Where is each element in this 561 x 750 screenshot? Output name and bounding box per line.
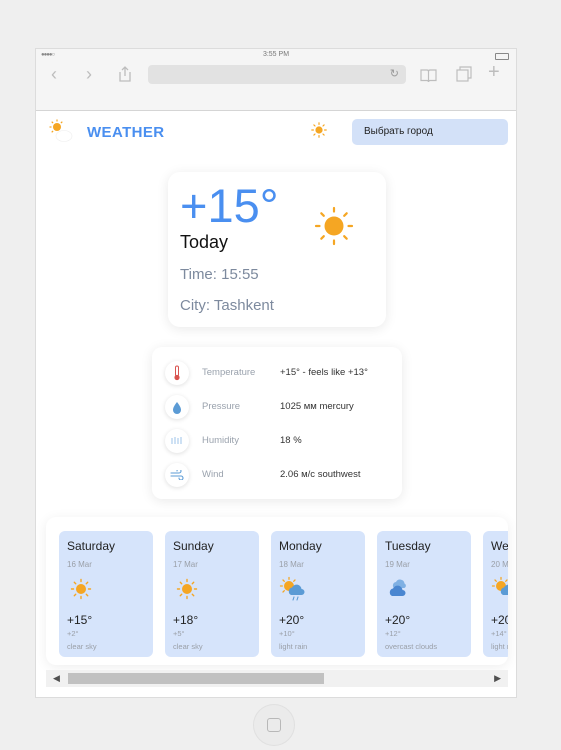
forecast-temp: +20° [279, 613, 305, 627]
detail-label: Temperature [202, 367, 256, 378]
horizontal-scrollbar[interactable]: ◀ ▶ [46, 670, 508, 687]
scroll-left-arrow-icon[interactable]: ◀ [53, 673, 60, 684]
detail-label: Pressure [202, 401, 241, 412]
forecast-temp: +20° [385, 613, 411, 627]
scrollbar-thumb[interactable] [68, 673, 324, 684]
forecast-date: 19 Mar [385, 560, 410, 569]
current-time: Time: 15:55 [180, 266, 259, 283]
app-title: WEATHER [87, 124, 165, 141]
sun-cloud-icon [491, 576, 508, 595]
browser-toolbar: ●●●●○ 3:55 PM ‹ › ↻ + [36, 49, 516, 111]
bookmarks-icon[interactable] [420, 67, 437, 88]
detail-value: +15° - feels like +13° [280, 367, 368, 378]
battery-icon [495, 53, 509, 60]
forecast-description: clear sky [67, 642, 97, 651]
forecast-temp: +15° [67, 613, 93, 627]
status-time: 3:55 PM [262, 51, 290, 58]
url-bar[interactable]: ↻ [148, 65, 406, 84]
tablet-screen: ●●●●○ 3:55 PM ‹ › ↻ + WEATHER Выбрать го… [35, 48, 517, 698]
weather-app: WEATHER Выбрать город +15° Today Time: 1… [36, 111, 516, 697]
forecast-day-name: Monday [279, 539, 322, 553]
forward-icon[interactable]: › [86, 64, 92, 85]
forecast-day-name: Wednesday [491, 539, 508, 553]
select-city-button[interactable]: Выбрать город [352, 119, 508, 145]
detail-value: 2.06 м/с southwest [280, 469, 361, 480]
forecast-feels-like: +10° [279, 629, 295, 638]
detail-label: Wind [202, 469, 224, 480]
detail-row-pressure: Pressure 1025 мм mercury [152, 395, 402, 419]
forecast-day-name: Sunday [173, 539, 214, 553]
sun-icon [314, 206, 354, 246]
current-city: City: Tashkent [180, 297, 274, 314]
today-card: +15° Today Time: 15:55 City: Tashkent [168, 172, 386, 327]
home-square-icon [267, 718, 281, 732]
forecast-feels-like: +14° [491, 629, 507, 638]
forecast-temp: +20° [491, 613, 508, 627]
forecast-day-name: Saturday [67, 539, 116, 553]
forecast-description: light rain [279, 642, 308, 651]
forecast-day-name: Tuesday [385, 539, 431, 553]
forecast-date: 20 Mar [491, 560, 508, 569]
today-label: Today [180, 232, 229, 252]
forecast-day-card[interactable]: Monday 18 Mar +20° +10° light rain [271, 531, 365, 657]
wind-icon [165, 463, 189, 487]
home-button[interactable] [253, 704, 295, 746]
forecast-track: Saturday 16 Mar +15° +2° clear sky Sunda… [59, 531, 508, 657]
forecast-description: clear sky [173, 642, 203, 651]
detail-label: Humidity [202, 435, 239, 446]
forecast-temp: +18° [173, 613, 199, 627]
forecast-day-card[interactable]: Sunday 17 Mar +18° +5° clear sky [165, 531, 259, 657]
forecast-description: overcast clouds [385, 642, 438, 651]
detail-row-temperature: Temperature +15° - feels like +13° [152, 361, 402, 385]
sun-icon [70, 578, 92, 600]
sun-cloud-rain-icon [279, 576, 305, 601]
tabs-icon[interactable] [456, 66, 472, 87]
forecast-description: light rain [491, 642, 508, 651]
overcast-clouds-icon [389, 579, 406, 596]
forecast-date: 16 Mar [67, 560, 92, 569]
humidity-icon [165, 429, 189, 453]
forecast-panel[interactable]: Saturday 16 Mar +15° +2° clear sky Sunda… [46, 517, 508, 665]
new-tab-icon[interactable]: + [488, 61, 500, 84]
pressure-drop-icon [165, 395, 189, 419]
weather-details-card: Temperature +15° - feels like +13° Press… [152, 347, 402, 499]
theme-toggle-sun-icon[interactable] [311, 122, 327, 138]
forecast-date: 17 Mar [173, 560, 198, 569]
detail-row-wind: Wind 2.06 м/с southwest [152, 463, 402, 487]
current-temperature: +15° [180, 179, 279, 232]
reload-icon[interactable]: ↻ [390, 67, 399, 80]
detail-value: 18 % [280, 435, 302, 446]
forecast-day-card[interactable]: Saturday 16 Mar +15° +2° clear sky [59, 531, 153, 657]
logo-sun-cloud-icon [49, 119, 73, 142]
detail-value: 1025 мм mercury [280, 401, 354, 412]
back-icon[interactable]: ‹ [51, 64, 57, 85]
detail-row-humidity: Humidity 18 % [152, 429, 402, 453]
forecast-feels-like: +2° [67, 629, 79, 638]
forecast-feels-like: +5° [173, 629, 185, 638]
thermometer-icon [165, 361, 189, 385]
forecast-day-card[interactable]: Wednesday 20 Mar +20° +14° light rain [483, 531, 508, 657]
scroll-right-arrow-icon[interactable]: ▶ [494, 673, 501, 684]
sun-icon [176, 578, 198, 600]
forecast-feels-like: +12° [385, 629, 401, 638]
share-icon[interactable] [118, 66, 132, 87]
forecast-date: 18 Mar [279, 560, 304, 569]
forecast-day-card[interactable]: Tuesday 19 Mar +20° +12° overcast clouds [377, 531, 471, 657]
